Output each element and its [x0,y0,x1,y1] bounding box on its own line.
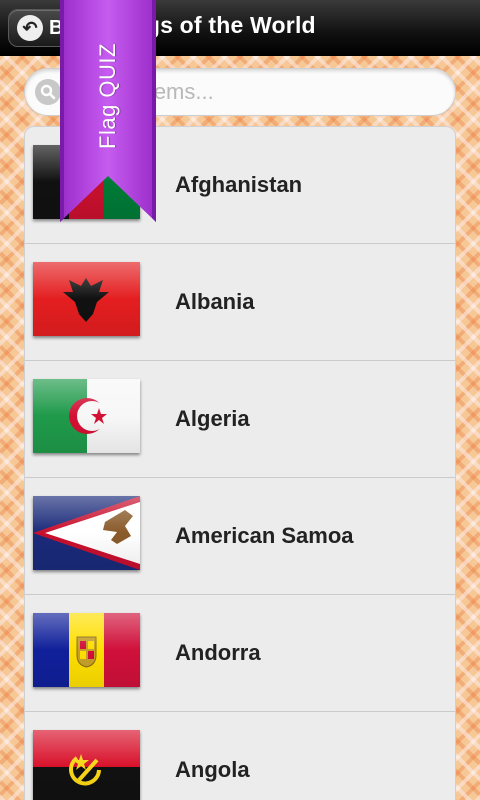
american-samoa-flag-icon [33,496,140,570]
search-icon [35,79,61,105]
list-item-andorra[interactable]: Andorra [25,595,455,712]
ribbon-label: Flag QUIZ [95,43,120,149]
country-name: Afghanistan [175,172,303,197]
list-item-american-samoa[interactable]: American Samoa [25,478,455,595]
country-list: Afghanistan Albania Algeria American Sam… [24,126,456,800]
country-name: Albania [175,289,255,314]
country-name: Algeria [175,406,250,431]
albania-flag-icon [33,262,140,336]
back-arrow-icon: ↶ [17,15,43,41]
list-item-angola[interactable]: Angola [25,712,455,800]
andorra-flag-icon [33,613,140,687]
flag-quiz-ribbon[interactable]: Flag QUIZ [60,0,156,222]
list-item-algeria[interactable]: Algeria [25,361,455,478]
country-name: American Samoa [175,523,354,548]
algeria-flag-icon [33,379,140,453]
country-name: Andorra [175,640,261,665]
angola-flag-icon [33,730,140,800]
country-name: Angola [175,757,250,782]
list-item-albania[interactable]: Albania [25,244,455,361]
